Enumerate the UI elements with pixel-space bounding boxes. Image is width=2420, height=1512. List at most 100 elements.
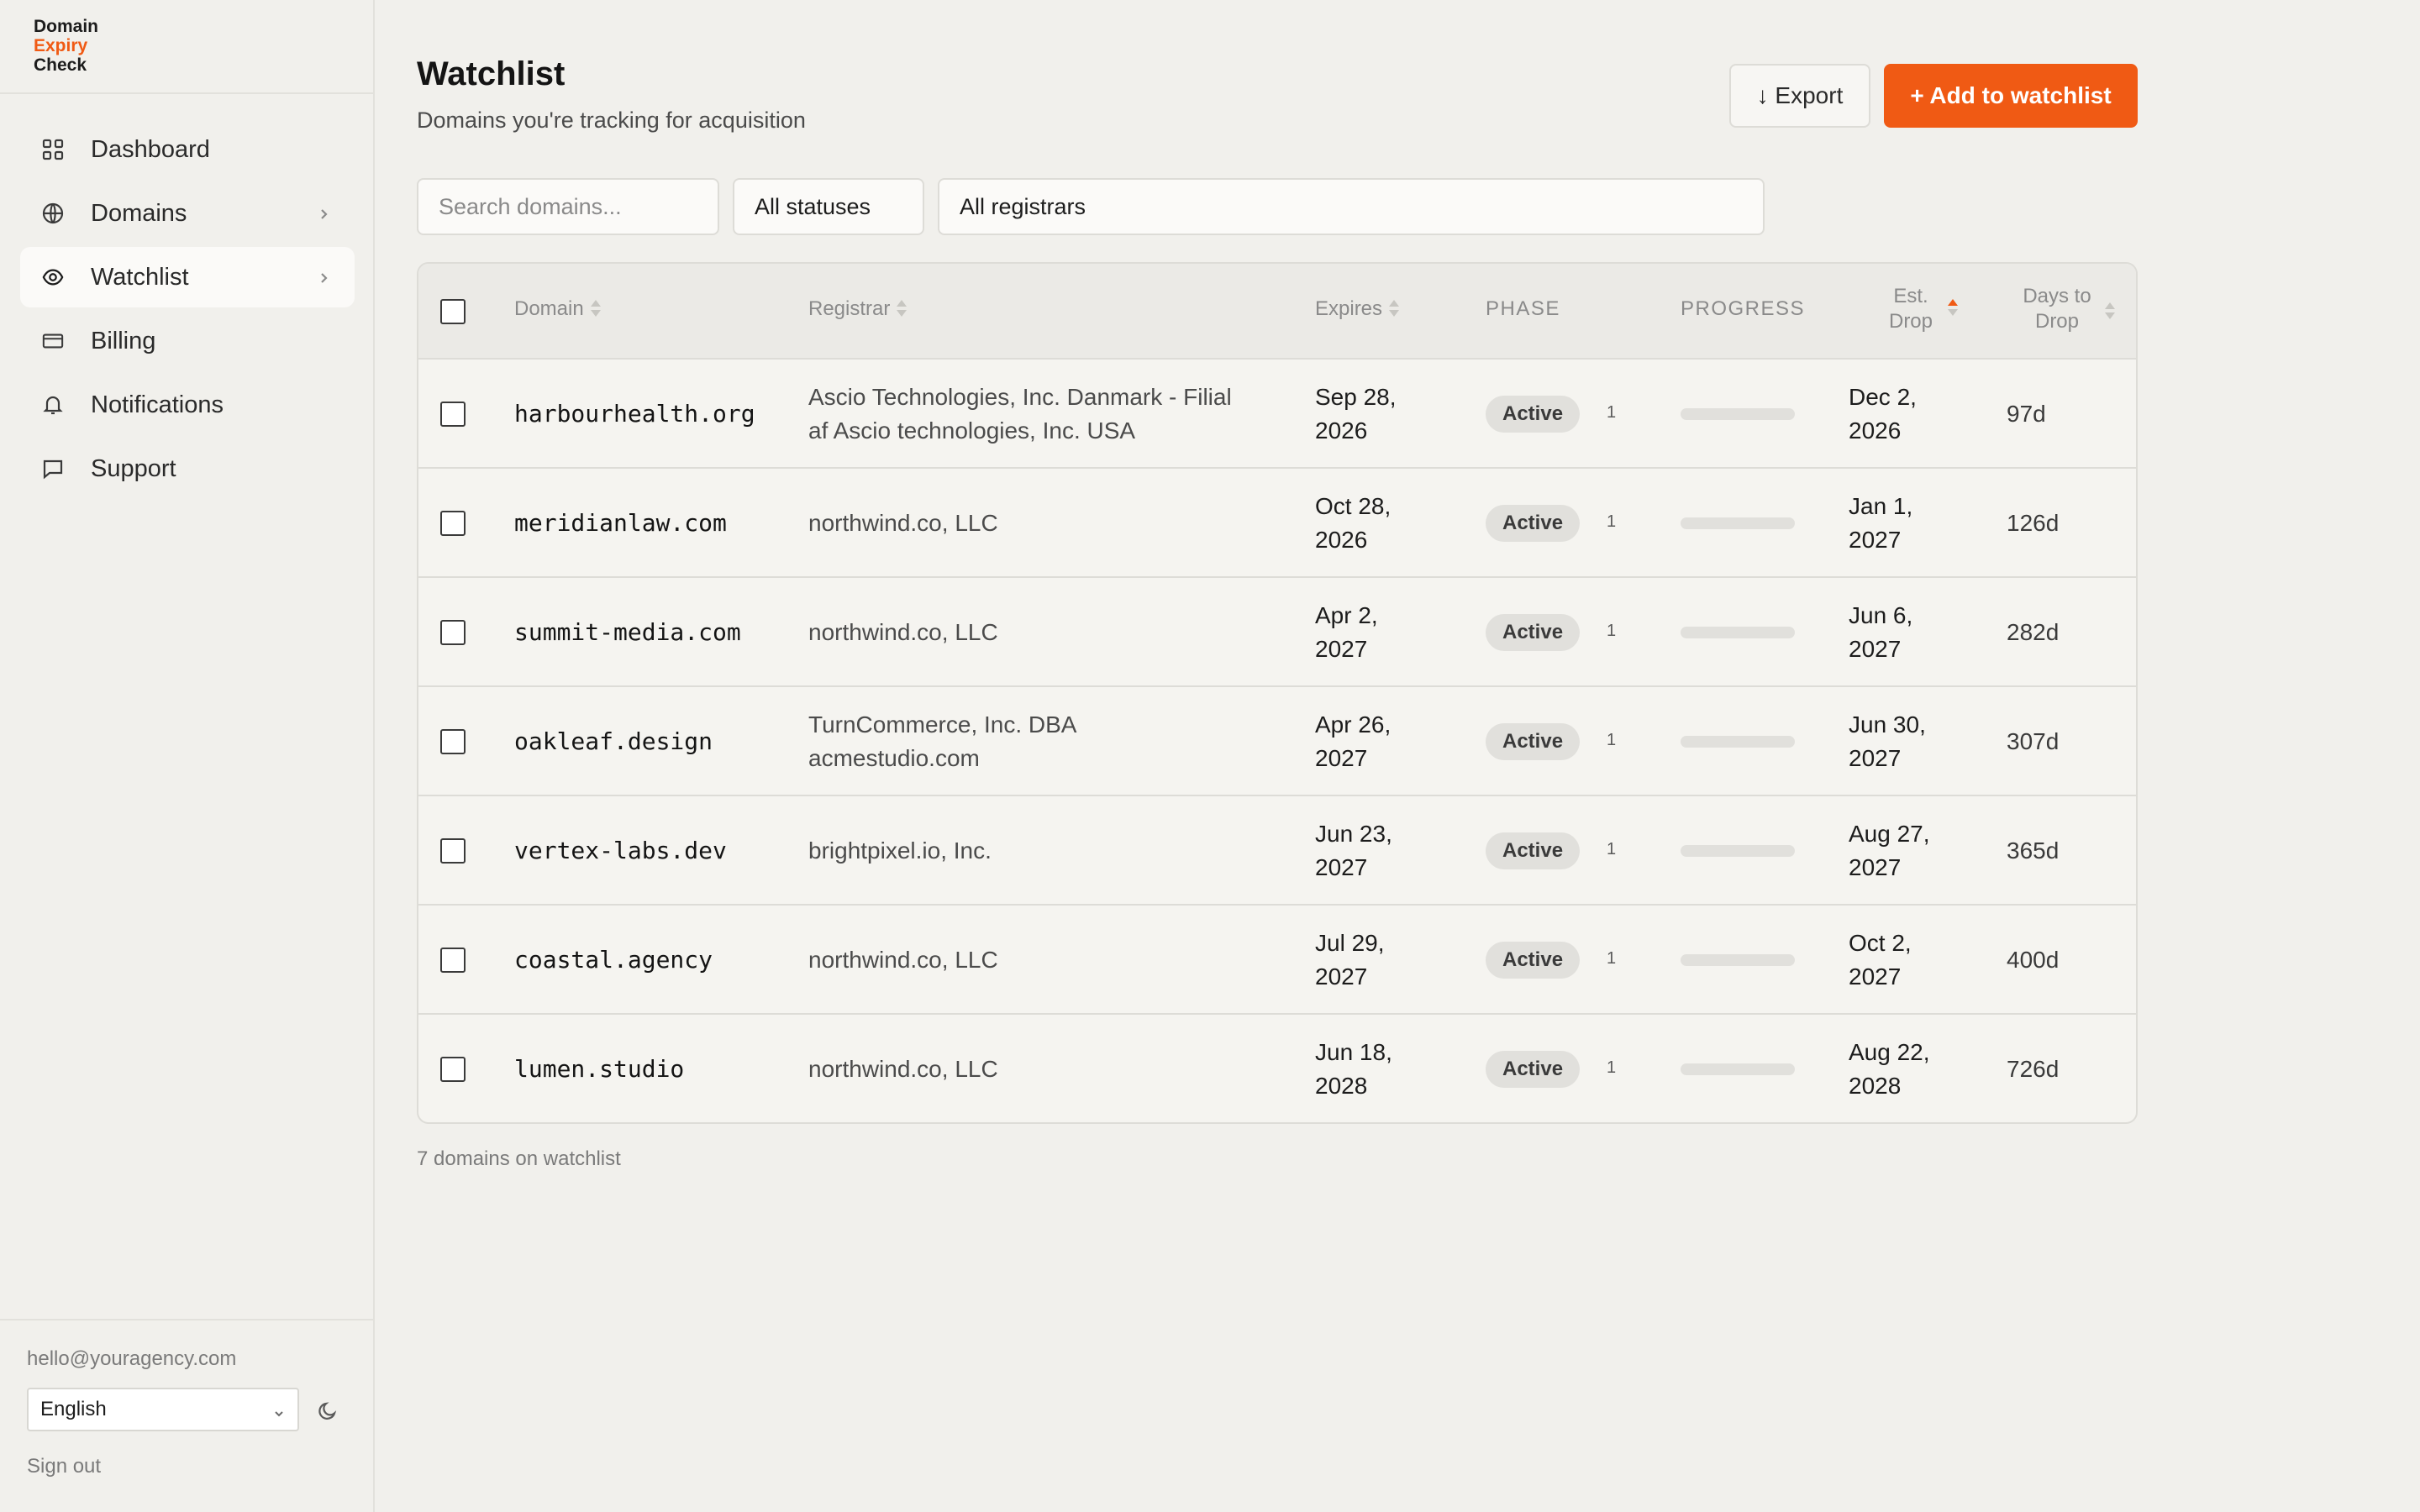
sidebar-item-notifications[interactable]: Notifications (20, 375, 355, 435)
registrar-cell: northwind.co, LLC (808, 943, 1279, 977)
row-checkbox[interactable] (440, 402, 466, 427)
progress-bar (1681, 845, 1795, 857)
expires-cell: Jun 23, 2027 (1315, 817, 1392, 885)
column-expires[interactable]: Expires (1315, 297, 1400, 321)
row-checkbox[interactable] (440, 1057, 466, 1082)
column-days-label-1: Days to (2023, 285, 2091, 307)
expires-line-1: Jun 23, (1315, 821, 1392, 847)
expires-cell: Oct 28, 2026 (1315, 490, 1391, 557)
domain-name[interactable]: summit-media.com (514, 616, 741, 649)
days-to-drop: 307d (2007, 728, 2060, 754)
est-drop-cell: Jun 30, 2027 (1849, 708, 1926, 775)
est-drop-line-2: 2027 (1849, 636, 1902, 662)
export-button[interactable]: ↓ Export (1729, 64, 1870, 128)
sidebar-nav: Dashboard Domains Watchlist Billing Noti… (20, 119, 355, 502)
column-est-drop-label-2: Drop (1888, 310, 1933, 333)
sidebar-item-watchlist[interactable]: Watchlist (20, 247, 355, 307)
column-registrar[interactable]: Registrar (808, 297, 908, 321)
domain-name[interactable]: meridianlaw.com (514, 507, 727, 540)
chevron-right-icon (316, 267, 333, 287)
column-domain[interactable]: Domain (514, 297, 601, 321)
row-checkbox[interactable] (440, 838, 466, 864)
expires-cell: Sep 28, 2026 (1315, 381, 1397, 448)
table-row[interactable]: summit-media.com northwind.co, LLC Apr 2, 2… (418, 578, 2136, 687)
registrar-filter[interactable]: All registrars (938, 178, 1765, 235)
registrar-line-1: northwind.co, LLC (808, 1056, 998, 1082)
table-row[interactable]: coastal.agency northwind.co, LLC Jul 29, 20… (418, 906, 2136, 1015)
sidebar-item-label: Dashboard (91, 135, 210, 163)
phase-badge: Active (1486, 942, 1581, 979)
column-days-to-drop[interactable]: Days to Drop (2007, 284, 2107, 334)
est-drop-line-2: 2028 (1849, 1073, 1902, 1099)
table-row[interactable]: oakleaf.design TurnCommerce, Inc. DBA acme… (418, 687, 2136, 796)
row-checkbox[interactable] (440, 729, 466, 754)
phase-number: 1 (1607, 949, 1617, 968)
est-drop-cell: Jan 1, 2027 (1849, 490, 1912, 557)
sidebar-item-billing[interactable]: Billing (20, 311, 355, 371)
page-title: Watchlist (417, 55, 566, 92)
expires-line-2: 2028 (1315, 1073, 1368, 1099)
chevron-down-icon (272, 1403, 286, 1417)
add-to-watchlist-button[interactable]: + Add to watchlist (1884, 64, 2138, 128)
sidebar-item-dashboard[interactable]: Dashboard (20, 119, 355, 180)
sort-icon (2105, 301, 2115, 323)
status-filter[interactable]: All statuses (733, 178, 924, 235)
sign-out-link[interactable]: Sign out (27, 1455, 101, 1478)
table-row[interactable]: meridianlaw.com northwind.co, LLC Oct 28, 2… (418, 469, 2136, 578)
expires-line-2: 2027 (1315, 963, 1368, 990)
column-domain-label: Domain (514, 297, 584, 320)
phase-number: 1 (1607, 840, 1617, 858)
registrar-line-2: acmestudio.com (808, 745, 980, 771)
expires-cell: Apr 26, 2027 (1315, 708, 1391, 775)
language-select[interactable]: English (27, 1388, 299, 1431)
column-est-drop[interactable]: Est. Drop (1862, 284, 1960, 334)
sidebar-item-label: Domains (91, 199, 187, 227)
domain-name[interactable]: harbourhealth.org (514, 397, 755, 431)
days-to-drop: 400d (2007, 947, 2060, 973)
progress-bar (1681, 1063, 1795, 1075)
est-drop-line-1: Jun 30, (1849, 711, 1926, 738)
moon-icon[interactable] (316, 1398, 341, 1423)
registrar-line-2: af Ascio technologies, Inc. USA (808, 417, 1136, 444)
sort-icon (590, 298, 601, 320)
phase-number: 1 (1607, 512, 1617, 531)
est-drop-cell: Aug 22, 2028 (1849, 1036, 1930, 1103)
progress-bar (1681, 408, 1795, 420)
sidebar: Domain Expiry Check Dashboard Domains Wa… (0, 0, 375, 1512)
bell-icon (42, 394, 64, 416)
est-drop-line-2: 2026 (1849, 417, 1902, 444)
registrar-line-1: northwind.co, LLC (808, 947, 998, 973)
table-row[interactable]: vertex-labs.dev brightpixel.io, Inc. Jun 2… (418, 796, 2136, 906)
days-to-drop: 365d (2007, 837, 2060, 864)
expires-cell: Jun 18, 2028 (1315, 1036, 1392, 1103)
days-to-drop: 97d (2007, 401, 2046, 427)
domain-name[interactable]: coastal.agency (514, 943, 713, 977)
phase-badge: Active (1486, 832, 1581, 869)
est-drop-line-2: 2027 (1849, 963, 1902, 990)
select-all-checkbox[interactable] (440, 299, 466, 324)
sidebar-item-support[interactable]: Support (20, 438, 355, 499)
row-checkbox[interactable] (440, 620, 466, 645)
grid-icon (42, 139, 64, 160)
table-row[interactable]: harbourhealth.org Ascio Technologies, Inc… (418, 360, 2136, 469)
eye-icon (42, 266, 64, 288)
est-drop-cell: Aug 27, 2027 (1849, 817, 1930, 885)
user-email: hello@youragency.com (27, 1347, 237, 1370)
row-checkbox[interactable] (440, 948, 466, 973)
table-row[interactable]: lumen.studio northwind.co, LLC Jun 18, 2028… (418, 1015, 2136, 1122)
domain-name[interactable]: oakleaf.design (514, 725, 713, 759)
progress-bar (1681, 736, 1795, 748)
search-input[interactable] (417, 178, 719, 235)
logo-line-3: Check (34, 55, 87, 75)
domain-name[interactable]: lumen.studio (514, 1053, 684, 1086)
domain-name[interactable]: vertex-labs.dev (514, 834, 727, 868)
app-logo[interactable]: Domain Expiry Check (34, 17, 98, 75)
registrar-cell: TurnCommerce, Inc. DBA acmestudio.com (808, 708, 1279, 775)
sidebar-item-domains[interactable]: Domains (20, 183, 355, 244)
est-drop-line-1: Aug 22, (1849, 1039, 1930, 1065)
est-drop-cell: Dec 2, 2026 (1849, 381, 1917, 448)
globe-icon (42, 202, 64, 224)
logo-divider (0, 92, 373, 94)
row-checkbox[interactable] (440, 511, 466, 536)
days-to-drop: 726d (2007, 1056, 2060, 1082)
